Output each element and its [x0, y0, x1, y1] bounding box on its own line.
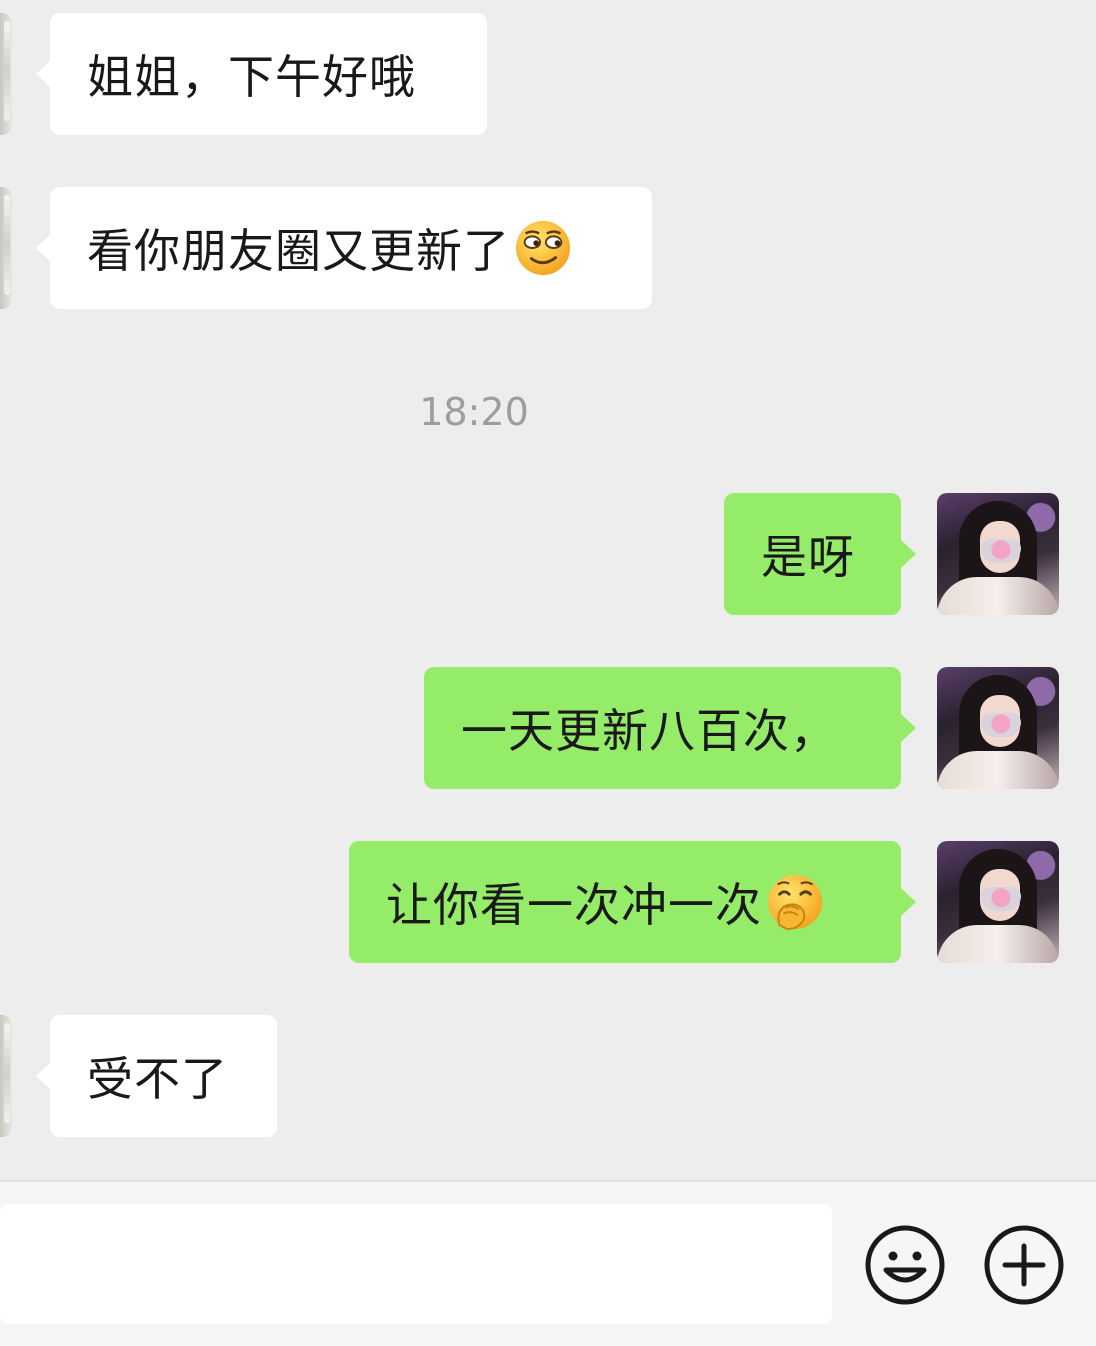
- message-bubble-received[interactable]: 姐姐，下午好哦: [36, 13, 487, 135]
- message-bubble-sent[interactable]: 让你看一次冲一次: [349, 841, 916, 963]
- message-bubble-sent[interactable]: 一天更新八百次，: [424, 667, 916, 789]
- message-text: 姐姐，下午好哦: [87, 50, 416, 104]
- composer-bar: [0, 1180, 1096, 1346]
- message-bubble-received[interactable]: 看你朋友圈又更新了: [36, 187, 652, 309]
- contact-avatar[interactable]: [0, 1015, 12, 1137]
- message-text: 让你看一次冲一次: [386, 878, 762, 932]
- message-text: 看你朋友圈又更新了: [87, 224, 510, 278]
- contact-avatar[interactable]: [0, 13, 12, 135]
- avatar-mask: [981, 539, 1021, 563]
- message-input[interactable]: [0, 1204, 832, 1324]
- message-text: 一天更新八百次，: [461, 704, 837, 758]
- smirk-emoji-icon: [514, 219, 572, 277]
- my-avatar[interactable]: [937, 841, 1059, 963]
- message-bubble-received[interactable]: 受不了: [36, 1015, 277, 1137]
- message-text: 是呀: [761, 530, 855, 584]
- message-bubble-sent[interactable]: 是呀: [724, 493, 916, 615]
- hand-over-mouth-emoji-icon: [766, 873, 824, 931]
- time-divider: 18:20: [419, 390, 529, 434]
- plus-icon[interactable]: [983, 1224, 1065, 1306]
- avatar-shoulder: [937, 925, 1059, 963]
- contact-avatar[interactable]: [0, 187, 12, 309]
- chat-area[interactable]: 姐姐，下午好哦 看你朋友圈又更新了 18:20 是呀 一天更新八百次， 让你看一…: [0, 0, 1096, 1180]
- my-avatar[interactable]: [937, 493, 1059, 615]
- avatar-mask: [981, 887, 1021, 911]
- avatar-mask: [981, 713, 1021, 737]
- avatar-shoulder: [937, 751, 1059, 789]
- my-avatar[interactable]: [937, 667, 1059, 789]
- avatar-shoulder: [937, 577, 1059, 615]
- smile-icon[interactable]: [864, 1224, 946, 1306]
- message-text: 受不了: [87, 1052, 228, 1106]
